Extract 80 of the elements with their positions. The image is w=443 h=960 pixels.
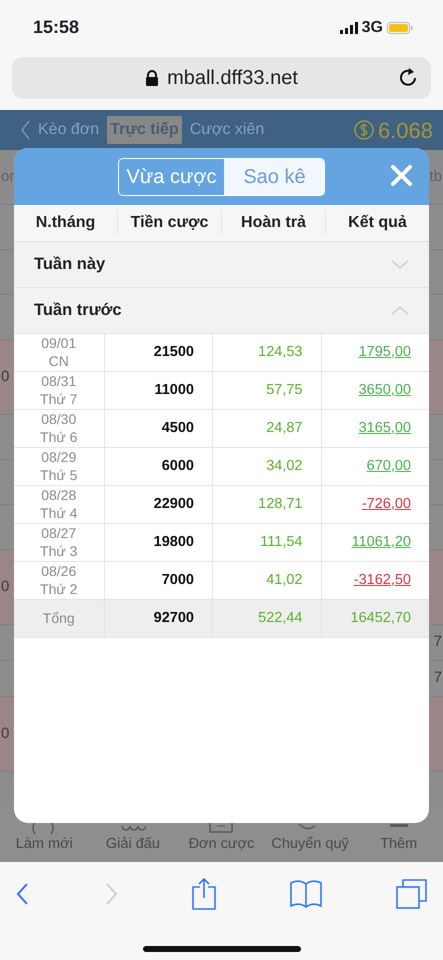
- section-title: Tuần này: [34, 254, 106, 276]
- bet-cell: 7000: [104, 562, 212, 599]
- weekday-text: CN: [48, 352, 69, 370]
- close-icon: [390, 164, 413, 188]
- result-link[interactable]: 670,00: [366, 456, 411, 478]
- nav-tab[interactable]: Kèo đơn: [38, 118, 100, 142]
- refund-cell: 34,02: [212, 448, 320, 485]
- column-header: Tiền cược: [117, 211, 221, 235]
- column-header: N.tháng: [34, 213, 96, 233]
- share-icon[interactable]: [192, 878, 216, 910]
- refund-cell: 24,87: [212, 410, 320, 447]
- weekday-text: Thứ 6: [40, 428, 78, 446]
- battery-icon: [387, 22, 413, 34]
- chevron-down-icon: [391, 259, 409, 270]
- refund-cell: 41,02: [212, 562, 320, 599]
- tab-label[interactable]: Đơn cược: [188, 834, 254, 856]
- refund-cell: 128,71: [212, 486, 320, 523]
- tab-label[interactable]: Chuyển quỹ: [271, 834, 349, 856]
- bet-cell: 6000: [104, 448, 212, 485]
- status-time: 15:58: [33, 16, 80, 39]
- bet-cell: 21500: [104, 334, 212, 371]
- result-link[interactable]: 11061,20: [352, 532, 411, 554]
- total-label: Tổng: [42, 608, 76, 628]
- section-header[interactable]: Tuần trước: [14, 288, 429, 334]
- weekday-text: Thứ 7: [40, 390, 78, 408]
- section-header[interactable]: Tuần này: [14, 242, 429, 288]
- back-button[interactable]: [16, 882, 30, 906]
- tab-label[interactable]: Thêm: [380, 834, 418, 856]
- network-label: 3G: [362, 18, 383, 38]
- lock-icon: [145, 70, 160, 86]
- tab-label[interactable]: Giải đấu: [106, 834, 160, 856]
- back-icon[interactable]: [20, 120, 30, 140]
- date-text: 08/30: [41, 411, 76, 428]
- tab-label[interactable]: Làm mới: [16, 834, 73, 856]
- chevron-right-icon: [104, 882, 118, 905]
- bet-cell: 19800: [104, 524, 212, 561]
- date-text: 09/01: [41, 335, 76, 352]
- chevron-up-icon: [391, 305, 409, 316]
- close-button[interactable]: [390, 164, 413, 188]
- segment-tab[interactable]: Sao kê: [224, 158, 324, 194]
- balance-amount: 6.068: [378, 116, 433, 144]
- refund-cell: 57,75: [212, 372, 320, 409]
- refund-cell: 124,53: [212, 334, 320, 371]
- date-text: 08/29: [41, 449, 76, 466]
- result-link[interactable]: 3650,00: [358, 380, 411, 402]
- weekday-text: Thứ 3: [40, 542, 78, 560]
- weekday-text: Thứ 5: [40, 466, 78, 484]
- total-bet: 92700: [104, 600, 212, 637]
- column-header: Hoàn trả: [221, 211, 325, 235]
- nav-tab[interactable]: Trực tiếp: [107, 116, 182, 144]
- section-title: Tuần trước: [34, 300, 122, 322]
- bet-cell: 22900: [104, 486, 212, 523]
- total-refund: 522,44: [212, 600, 320, 637]
- background-text: 0: [1, 576, 10, 597]
- nav-tab[interactable]: Cược xiên: [190, 118, 264, 142]
- date-text: 08/26: [41, 563, 76, 580]
- total-result: 16452,70: [320, 600, 429, 637]
- result-link[interactable]: -726,00: [362, 494, 411, 516]
- background-text: 7: [434, 632, 442, 652]
- chevron-left-icon: [16, 882, 30, 905]
- weekday-text: Thứ 2: [40, 580, 78, 598]
- date-text: 08/31: [41, 373, 76, 390]
- book-icon[interactable]: [290, 880, 322, 908]
- tabs-icon[interactable]: [396, 879, 427, 909]
- background-text: 0: [1, 366, 10, 387]
- background-text: 7: [434, 668, 442, 688]
- bet-cell: 11000: [104, 372, 212, 409]
- column-header: Kết quả: [325, 211, 429, 235]
- bet-cell: 4500: [104, 410, 212, 447]
- date-text: 08/28: [41, 487, 76, 504]
- reload-icon[interactable]: [399, 68, 419, 88]
- date-text: 08/27: [41, 525, 76, 542]
- refund-cell: 111,54: [212, 524, 320, 561]
- result-link[interactable]: 1795,00: [358, 342, 411, 364]
- weekday-text: Thứ 4: [40, 504, 78, 522]
- coin-icon: [354, 120, 374, 140]
- result-link[interactable]: 3165,00: [358, 418, 411, 440]
- signal-icon: [340, 22, 358, 34]
- background-text: 0: [1, 724, 10, 744]
- result-link[interactable]: -3162,50: [354, 570, 411, 592]
